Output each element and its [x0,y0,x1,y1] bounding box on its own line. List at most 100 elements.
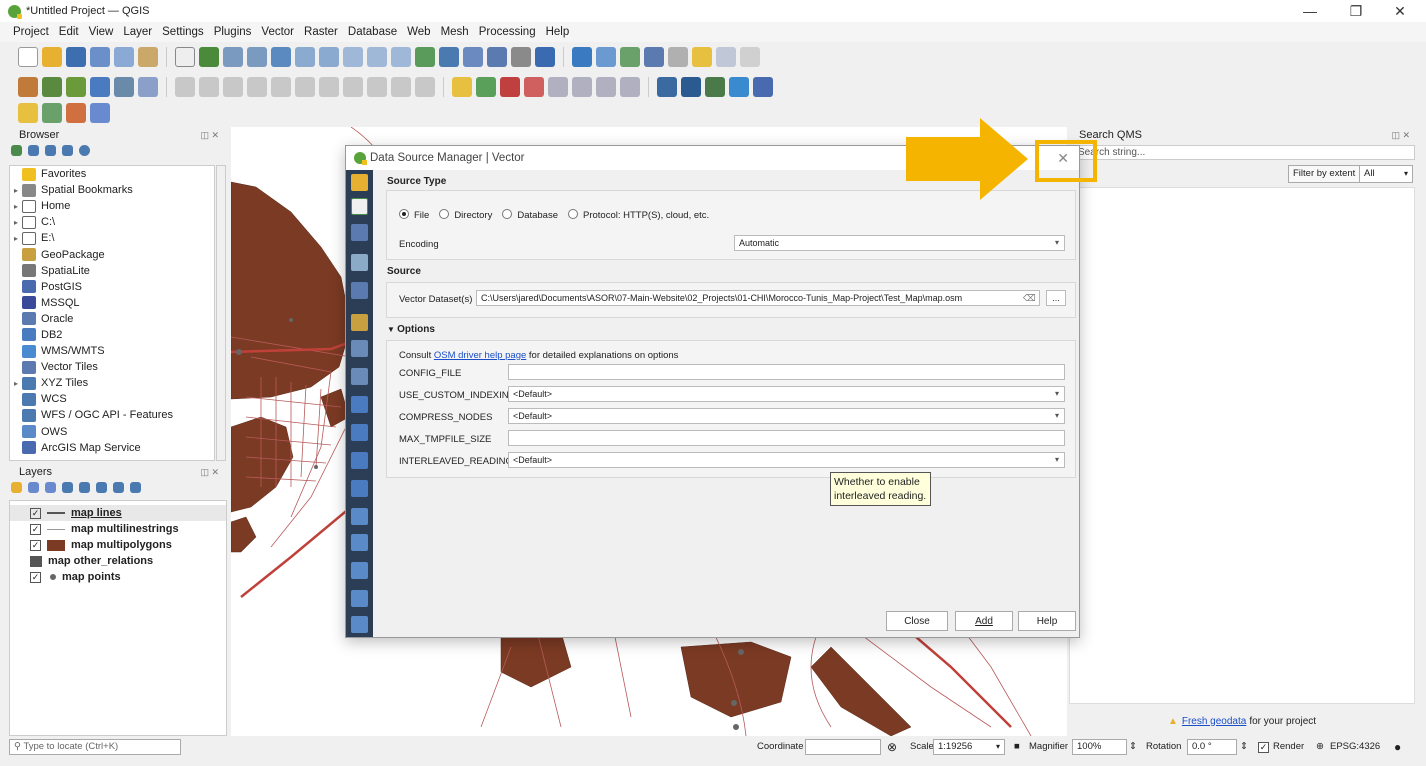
browser-item[interactable]: WCS [10,391,214,407]
layer-map-multipolygons[interactable]: ✓ map multipolygons [10,537,226,553]
remove-layer-icon[interactable] [130,482,141,493]
browser-item[interactable]: Favorites [10,166,214,182]
rotation-field[interactable]: 0.0 ° [1187,739,1237,755]
attribute-table-icon[interactable] [596,47,616,67]
refresh-icon[interactable] [28,145,39,156]
browser-item[interactable]: OWS [10,424,214,440]
redo-icon[interactable] [415,77,435,97]
menu-raster[interactable]: Raster [299,26,343,38]
zoom-next-icon[interactable] [391,47,411,67]
plugin-icon[interactable] [705,77,725,97]
menu-view[interactable]: View [84,26,119,38]
qms-filter-select[interactable]: All ▾ [1359,165,1413,183]
virtual-layer-source-icon[interactable] [351,508,368,525]
open-project-icon[interactable] [42,47,62,67]
temporal-icon[interactable] [511,47,531,67]
layer-visibility-checkbox[interactable]: ✓ [30,539,41,551]
new-project-icon[interactable] [18,47,38,67]
qms-search-icon[interactable] [657,77,677,97]
save-project-icon[interactable] [66,47,86,67]
expand-arrow-icon[interactable]: ▸ [10,218,22,227]
statistics-icon[interactable] [620,47,640,67]
menu-layer[interactable]: Layer [118,26,157,38]
radio-database[interactable]: Database [502,209,558,221]
copy-features-icon[interactable] [343,77,363,97]
vector-dataset-input[interactable]: C:\Users\jared\Documents\ASOR\07-Main-We… [476,290,1040,306]
filter-expression-icon[interactable] [79,482,90,493]
text-annotation-icon[interactable] [740,47,760,67]
label-tool-icon[interactable] [476,77,496,97]
browser-item[interactable]: DB2 [10,327,214,343]
browser-source-icon[interactable] [351,174,368,191]
expand-arrow-icon[interactable]: ▸ [10,186,22,195]
browser-item[interactable]: ▸ E:\ [10,230,214,246]
spin-icon[interactable]: ⇕ [1129,739,1137,755]
add-group-icon[interactable] [28,482,39,493]
zoom-last-icon[interactable] [367,47,387,67]
wcs-source-icon[interactable] [351,590,368,607]
new-map-view-icon[interactable] [415,47,435,67]
coordinate-field[interactable] [805,739,881,755]
filter-icon[interactable] [45,145,56,156]
layer-map-lines[interactable]: ✓ map lines [10,505,226,521]
rotate-label-icon[interactable] [572,77,592,97]
zoom-layer-icon[interactable] [319,47,339,67]
layer-visibility-checkbox[interactable]: ✓ [30,507,41,519]
select-location-icon[interactable] [90,103,110,123]
browser-item[interactable]: WMS/WMTS [10,343,214,359]
help-button[interactable]: Help [1018,611,1076,631]
zoom-full-icon[interactable] [271,47,291,67]
options-header[interactable]: ▼ Options [387,324,435,335]
pan-icon[interactable] [175,47,195,67]
menu-edit[interactable]: Edit [54,26,84,38]
spatialite-source-icon[interactable] [351,396,368,413]
python-console-icon[interactable] [729,77,749,97]
vertex-tool-icon[interactable] [271,77,291,97]
layer-map-other-relations[interactable]: map other_relations [10,553,226,569]
filter-legend-icon[interactable] [62,482,73,493]
layout-manager-icon[interactable] [114,47,134,67]
browse-button[interactable]: ... [1046,290,1066,306]
browser-item[interactable]: PostGIS [10,279,214,295]
collapse-all-icon[interactable] [113,482,124,493]
expand-arrow-icon[interactable]: ▸ [10,379,22,388]
encoding-select[interactable]: Automatic ▾ [734,235,1065,251]
add-delimited-text-icon[interactable] [66,77,86,97]
dialog-scrollbar[interactable] [374,170,382,634]
menu-help[interactable]: Help [541,26,575,38]
sum-icon[interactable] [644,47,664,67]
close-window-button[interactable]: ✕ [1377,0,1423,22]
show-hide-label-icon[interactable] [620,77,640,97]
filter-by-extent-button[interactable]: Filter by extent [1288,165,1361,183]
radio-directory[interactable]: Directory [439,209,492,221]
data-source-manager-icon[interactable] [18,77,38,97]
wms-source-icon[interactable] [351,534,368,551]
menu-plugins[interactable]: Plugins [209,26,257,38]
map-tips-icon[interactable] [692,47,712,67]
lock-icon[interactable]: ■ [1014,739,1020,755]
raster-source-icon[interactable] [351,224,368,241]
vector-source-icon[interactable] [351,198,368,215]
qms-search-input[interactable]: Search string... [1069,145,1415,160]
undo-icon[interactable] [391,77,411,97]
osm-driver-help-link[interactable]: OSM driver help page [434,350,526,361]
menu-web[interactable]: Web [402,26,435,38]
delete-selected-icon[interactable] [295,77,315,97]
crs-globe-icon[interactable]: ⊕ [1316,739,1324,755]
zoom-out-icon[interactable] [247,47,267,67]
maximize-button[interactable]: ❐ [1333,0,1379,22]
clear-input-icon[interactable]: ⌫ [1023,293,1036,304]
interleaved-reading-select[interactable]: <Default> ▾ [508,452,1065,468]
use-custom-indexing-select[interactable]: <Default> ▾ [508,386,1065,402]
radio-file[interactable]: File [399,209,429,221]
help-icon[interactable] [753,77,773,97]
select-by-value-icon[interactable] [42,103,62,123]
coordinate-toggle-icon[interactable]: ⊗ [887,739,897,755]
deselect-icon[interactable] [66,103,86,123]
collapse-all-icon[interactable] [62,145,73,156]
new-print-layout-icon[interactable] [90,47,110,67]
add-wms-icon[interactable] [138,77,158,97]
postgis-source-icon[interactable] [351,424,368,441]
close-button[interactable]: Close [886,611,948,631]
style-icon[interactable] [11,482,22,493]
